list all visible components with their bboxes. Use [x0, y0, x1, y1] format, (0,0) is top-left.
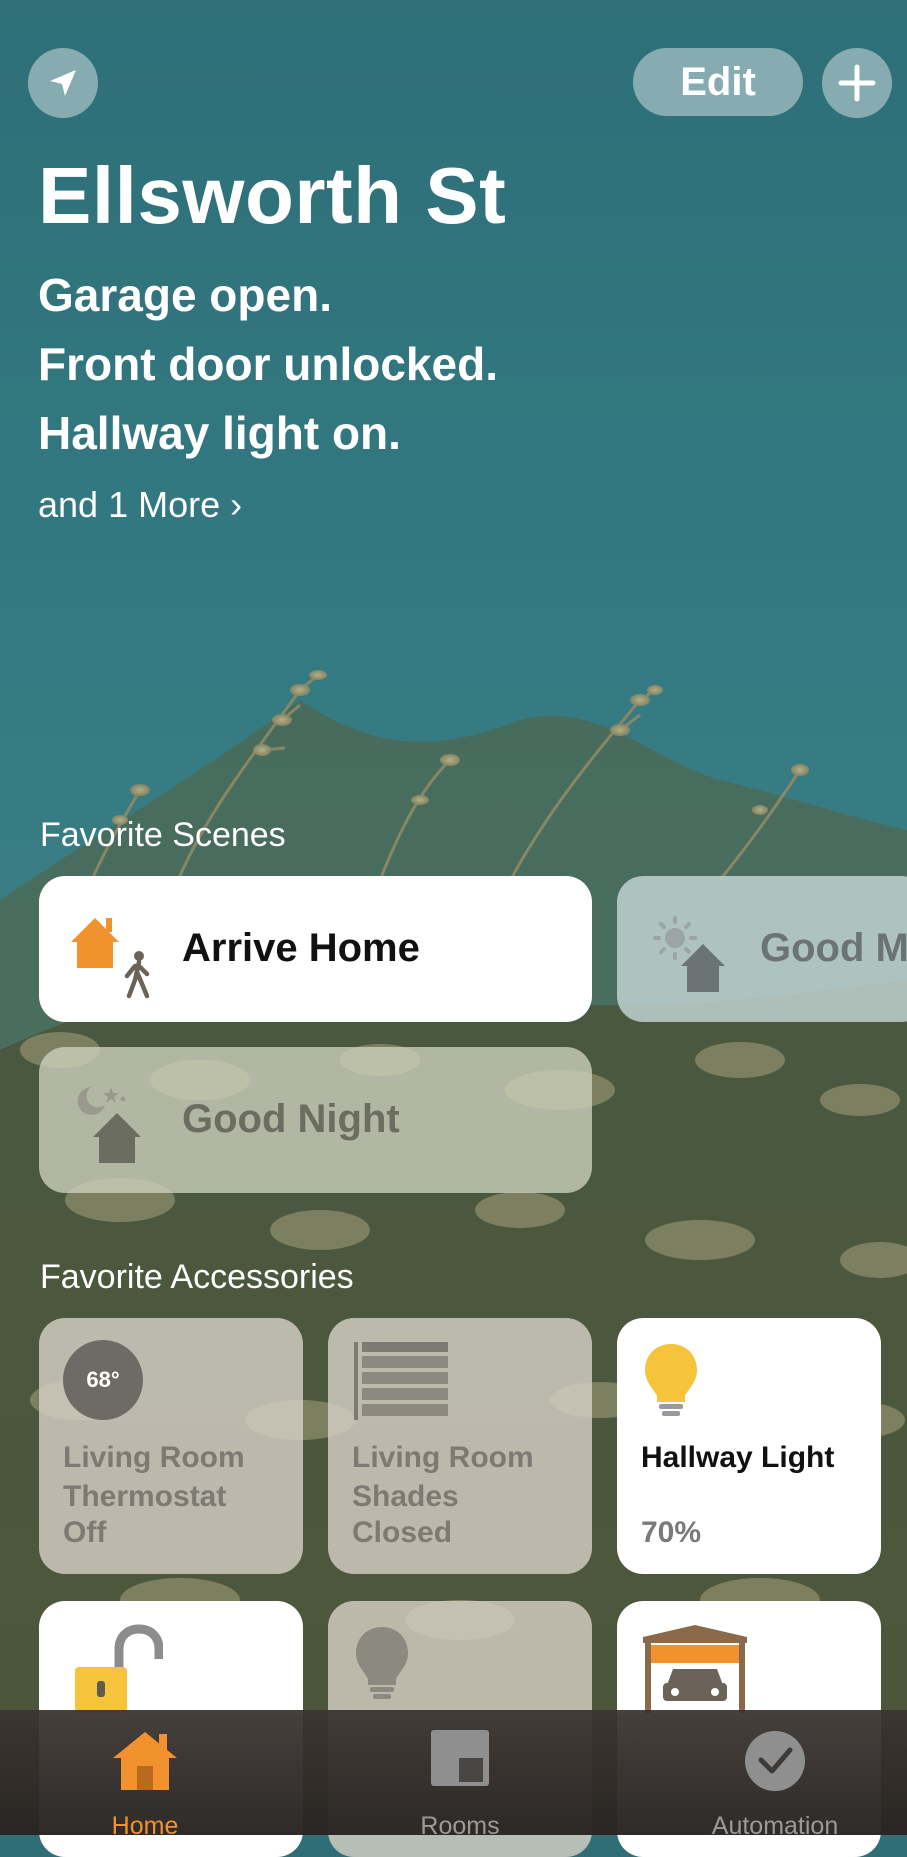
- tab-bar: Home Rooms Automation: [0, 1710, 907, 1840]
- shades-icon: [354, 1342, 448, 1420]
- scene-arrive-home[interactable]: Arrive Home: [39, 876, 592, 1022]
- favorite-accessories-label: Favorite Accessories: [40, 1258, 354, 1296]
- scene-good-morning[interactable]: Good M: [617, 876, 907, 1022]
- tab-rooms[interactable]: Rooms: [360, 1710, 560, 1840]
- favorite-scenes-label: Favorite Scenes: [40, 816, 286, 854]
- good-night-icon: [77, 1087, 141, 1163]
- tile-hallway-light[interactable]: Hallway Light 70%: [617, 1318, 881, 1574]
- tab-home[interactable]: Home: [45, 1710, 245, 1840]
- tile-name: Living Room Shades: [352, 1441, 534, 1513]
- thermostat-temperature: 68°: [86, 1367, 120, 1392]
- lightbulb-off-icon: [356, 1627, 408, 1699]
- status-line-light: Hallway light on.: [38, 407, 401, 459]
- tile-state: Off: [63, 1516, 107, 1549]
- good-morning-icon: [653, 916, 725, 992]
- tile-state: Closed: [352, 1516, 453, 1549]
- location-button[interactable]: [28, 48, 98, 118]
- status-line-door: Front door unlocked.: [38, 338, 498, 390]
- scene-label: Arrive Home: [182, 926, 420, 970]
- add-button[interactable]: [822, 48, 892, 118]
- lightbulb-icon: [645, 1344, 697, 1416]
- tab-label: Home: [111, 1812, 179, 1840]
- tile-name: Hallway Light: [641, 1441, 835, 1474]
- rooms-icon: [431, 1730, 489, 1786]
- scene-label: Good M: [760, 926, 907, 970]
- scene-good-night[interactable]: Good Night: [39, 1047, 592, 1193]
- tile-state: 70%: [641, 1516, 702, 1549]
- tab-label: Rooms: [420, 1812, 500, 1840]
- scene-label: Good Night: [182, 1097, 400, 1141]
- unlocked-padlock-icon: [75, 1624, 163, 1713]
- home-title: Ellsworth St: [38, 151, 507, 240]
- automation-icon: [745, 1731, 805, 1791]
- edit-button[interactable]: Edit: [633, 48, 803, 116]
- tile-name: Living Room Thermostat: [63, 1441, 245, 1513]
- tab-label: Automation: [711, 1812, 839, 1840]
- tile-living-room-shades[interactable]: Living Room Shades Closed: [328, 1318, 592, 1574]
- tile-living-room-thermostat[interactable]: 68° Living Room Thermostat Off: [39, 1318, 303, 1574]
- home-icon: [113, 1732, 177, 1790]
- arrive-home-icon: [71, 918, 150, 999]
- tab-automation[interactable]: Automation: [675, 1710, 875, 1840]
- location-arrow-icon: [50, 70, 76, 96]
- plus-icon: [838, 64, 876, 102]
- thermostat-icon: 68°: [63, 1340, 143, 1420]
- garage-open-icon: [643, 1625, 747, 1713]
- status-line-garage: Garage open.: [38, 269, 332, 321]
- more-status-link[interactable]: and 1 More ›: [38, 484, 242, 526]
